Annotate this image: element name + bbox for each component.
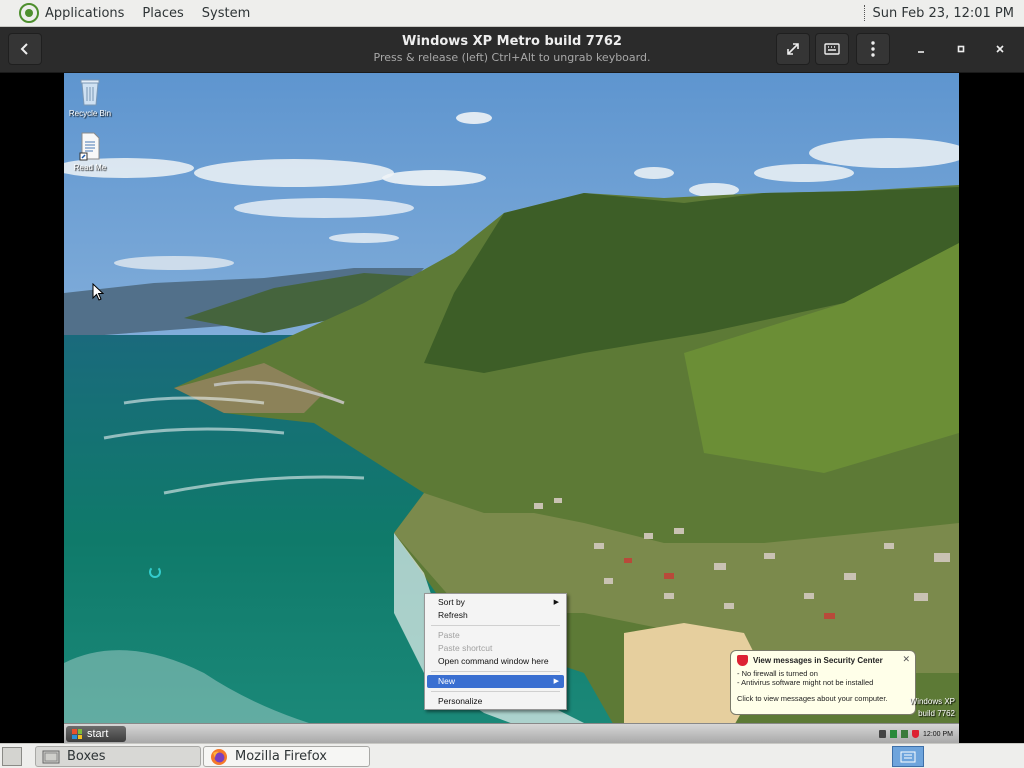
desktop-icon-recycle-bin[interactable]: Recycle Bin xyxy=(64,77,116,118)
menu-item-label: Paste xyxy=(438,630,460,640)
top-panel: Applications Places System Sun Feb 23, 1… xyxy=(0,0,1024,27)
start-label: start xyxy=(87,728,109,740)
menu-item-label: Personalize xyxy=(438,696,483,706)
bottom-panel: Boxes Mozilla Firefox xyxy=(0,743,1024,768)
balloon-title: View messages in Security Center xyxy=(737,655,909,666)
maximize-button[interactable] xyxy=(951,39,971,59)
firefox-icon xyxy=(211,748,227,765)
desktop-icon-label: Read Me xyxy=(73,163,107,172)
kebab-menu-icon xyxy=(871,41,875,57)
balloon-title-text: View messages in Security Center xyxy=(753,656,883,665)
vm-clock[interactable]: 12:00 PM xyxy=(923,731,953,738)
menu-item-label: Open command window here xyxy=(438,656,549,666)
task-label: Mozilla Firefox xyxy=(235,749,327,764)
menu-item-label: New xyxy=(438,676,456,686)
keyboard-button[interactable] xyxy=(815,33,849,65)
system-menu-label: System xyxy=(201,5,251,21)
balloon-close-button[interactable]: ✕ xyxy=(902,654,910,665)
menu-separator xyxy=(431,691,560,692)
applications-menu[interactable]: Applications xyxy=(0,0,133,26)
system-tray: 12:00 PM xyxy=(879,726,953,742)
watermark-line: Windows XP xyxy=(909,697,955,706)
system-menu[interactable]: System xyxy=(193,0,259,26)
keyboard-icon xyxy=(824,43,840,55)
balloon-line: - Antivirus software might not be instal… xyxy=(737,678,874,687)
build-watermark: Windows XP build 7762 xyxy=(910,696,955,720)
document-shortcut-icon xyxy=(79,132,100,161)
security-alert-icon[interactable] xyxy=(912,730,920,738)
menu-item-sort-by[interactable]: Sort by ▶ xyxy=(427,596,564,609)
volume-icon[interactable] xyxy=(879,730,887,738)
menu-item-paste-shortcut: Paste shortcut xyxy=(427,642,564,655)
applications-menu-label: Applications xyxy=(45,5,125,21)
close-icon xyxy=(996,45,1004,53)
recycle-bin-icon xyxy=(80,79,100,106)
network-icon[interactable] xyxy=(890,730,898,738)
distro-logo-icon xyxy=(19,3,39,23)
start-button[interactable]: start xyxy=(66,726,126,742)
show-desktop-icon[interactable] xyxy=(2,747,22,766)
fullscreen-icon xyxy=(787,43,799,55)
task-button-boxes[interactable]: Boxes xyxy=(35,746,201,767)
mouse-pointer-icon xyxy=(92,283,104,301)
boxes-icon xyxy=(42,750,60,763)
desktop-icon-read-me[interactable]: Read Me xyxy=(64,131,116,172)
fullscreen-button[interactable] xyxy=(776,33,810,65)
minimize-icon xyxy=(918,51,924,53)
watermark-line: build 7762 xyxy=(918,709,955,718)
workspace-icon xyxy=(900,751,916,762)
balloon-footer: Click to view messages about your comput… xyxy=(737,694,888,703)
maximize-icon xyxy=(957,45,965,53)
security-center-balloon[interactable]: View messages in Security Center ✕ - No … xyxy=(730,650,916,715)
panel-clock[interactable]: Sun Feb 23, 12:01 PM xyxy=(873,6,1014,21)
minimize-button[interactable] xyxy=(911,39,931,59)
desktop-icon-label: Recycle Bin xyxy=(68,109,112,118)
boxes-header-bar: Windows XP Metro build 7762 Press & rele… xyxy=(0,27,1024,73)
places-menu-label: Places xyxy=(142,5,184,21)
task-button-firefox[interactable]: Mozilla Firefox xyxy=(203,746,370,767)
workspace-switcher[interactable] xyxy=(892,746,924,767)
menu-item-label: Paste shortcut xyxy=(438,643,493,653)
menu-item-new[interactable]: New ▶ xyxy=(427,675,564,688)
submenu-arrow-icon: ▶ xyxy=(553,599,559,606)
close-button[interactable] xyxy=(990,39,1010,59)
balloon-line: - No firewall is turned on xyxy=(737,669,818,678)
menu-item-personalize[interactable]: Personalize xyxy=(427,695,564,708)
desktop-context-menu: Sort by ▶ Refresh Paste Paste shortcut Op… xyxy=(424,593,567,710)
submenu-arrow-icon: ▶ xyxy=(553,678,559,685)
menu-item-label: Sort by xyxy=(438,597,465,607)
menu-separator xyxy=(431,625,560,626)
vm-taskbar: start 12:00 PM xyxy=(64,723,959,743)
menu-item-label: Refresh xyxy=(438,610,468,620)
menu-item-refresh[interactable]: Refresh xyxy=(427,609,564,622)
vm-display[interactable]: Recycle Bin Read Me Sort by ▶ Refresh Pas… xyxy=(64,73,959,743)
task-label: Boxes xyxy=(67,749,106,764)
menu-item-open-command-window[interactable]: Open command window here xyxy=(427,655,564,668)
security-shield-icon xyxy=(737,655,748,666)
display-icon[interactable] xyxy=(901,730,909,738)
menu-separator xyxy=(431,671,560,672)
busy-spinner-icon xyxy=(149,566,161,578)
menu-item-paste: Paste xyxy=(427,629,564,642)
windows-logo-icon xyxy=(72,729,82,739)
more-menu-button[interactable] xyxy=(856,33,890,65)
panel-separator xyxy=(863,5,867,21)
places-menu[interactable]: Places xyxy=(133,0,192,26)
